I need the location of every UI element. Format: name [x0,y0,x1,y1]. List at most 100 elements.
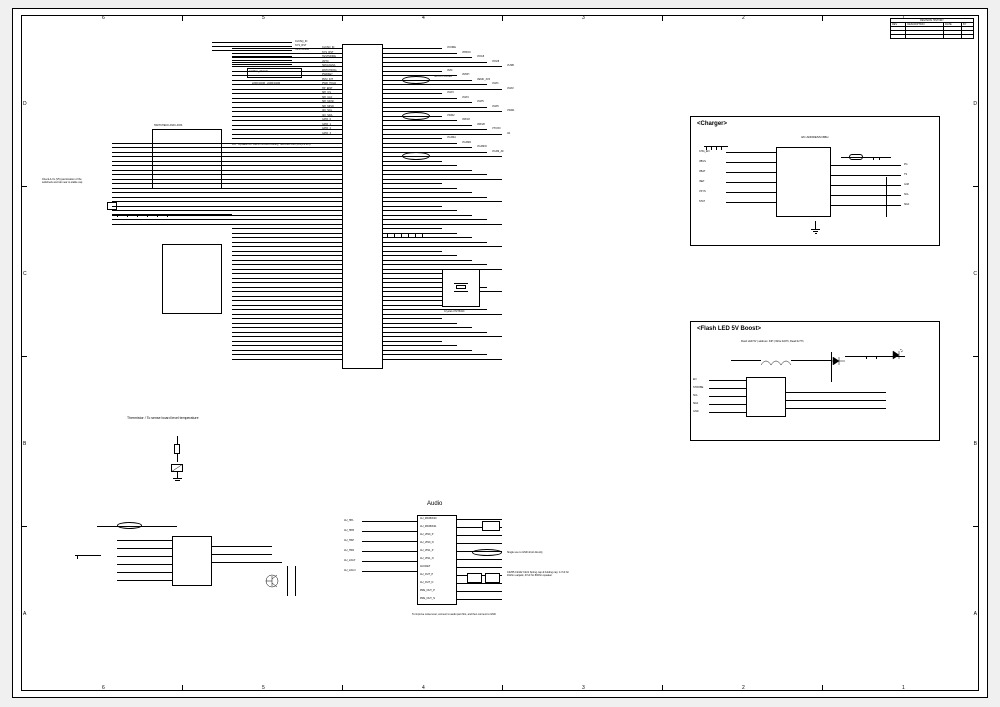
pin-label: HP_EINT [322,87,333,90]
net-label: VCAMD [462,141,471,144]
net-label: VGP5 [477,100,484,103]
audio-net: AU_MICBIAS0 [420,517,437,520]
pin-label: I2C_SDA [322,114,332,117]
charger-net: VSYS [699,190,706,193]
charger-i2c: I2C ADDRESS=6BH [801,135,828,139]
row-B-l: B [23,441,26,447]
audio-net: AU_VIN0_N [420,541,434,544]
net-label: VCAMIO [477,145,487,148]
pin-label: TESTMODE [322,55,336,58]
diode-icon [831,352,845,370]
net-label: VUSB [507,64,514,67]
net-label: VMC [447,69,453,72]
pin-label: GPIO_0 [322,118,331,121]
charger-net: ISET [699,180,705,183]
col-5-top: 5 [262,15,265,21]
net-label: VCAM_AF [492,150,504,153]
flash-net: STROBE [693,386,703,389]
filter-3 [402,152,430,160]
net-label: VGP1 [492,82,499,85]
charger-ic [776,147,831,217]
audio-net: AU_HSN [344,549,354,552]
flash-block: <Flash LED 5V Boost> Flash LED 5V | addr… [690,321,940,441]
net-label: VGP2 [507,87,514,90]
col-3-bot: 3 [582,685,585,691]
audio-net: AU_VIN1_P [420,549,433,552]
col-1-bot: 1 [902,685,905,691]
pin-label: PWRKEY [322,73,333,76]
audio-net: AU_HPL [344,519,354,522]
misc-ic [172,536,212,586]
flash-net: GND [693,410,699,413]
audio-net: AU_OUT_N [420,581,433,584]
charger-net: ILIM [904,183,909,186]
pin-label: GPIO_3 [322,132,331,135]
audio-net: AU_VIN0_P [420,533,433,536]
ic-switcheck-label: SWITCHECK AND LDOS [154,124,182,127]
flash-title: <Flash LED 5V Boost> [697,326,761,332]
net-label: VGP6 [492,105,499,108]
col-4-bot: 4 [422,685,425,691]
flash-sub: Flash LED 5V | address: 34H | Write:0x67… [741,340,804,343]
flash-net: SCL [693,394,698,397]
col-2-top: 2 [742,15,745,21]
pin-label: PMU_INT [322,78,333,81]
audio-block: Audio AU_HPLAU_HPRAU_HSPAU_HSNAU_LOLPAU_… [352,501,572,641]
charger-net: SCL [904,193,909,196]
net-label: VIO28 [492,60,499,63]
transistor-icon [262,571,282,596]
audio-note: To improve noise level, connect to audio… [412,613,532,616]
flash-net: EN [693,378,696,381]
pin-label: SPI_CLK [322,96,332,99]
row-A-l: A [23,611,26,617]
charger-net: VBAT [699,170,705,173]
pin-label: SPI_MISO [322,105,334,108]
audio-title: Audio [427,501,442,507]
crystal-icon [456,282,466,292]
net-label: VCAMA [447,136,456,139]
net-label: VGP3 [447,91,454,94]
pin-label: WATCHDOG [322,69,337,72]
charger-block: <Charger> I2C ADDRESS=6BH CHG_EN VBUS VBAT… [690,116,940,246]
net-label: VSIM2 [447,114,455,117]
charger-net: CHG_EN [699,150,709,153]
net-label: VA [507,132,510,135]
drawing-frame: 6 5 4 3 2 1 6 5 4 3 2 1 D C [21,15,979,691]
net-label: VIO18 [477,55,484,58]
net-label: VGP4 [462,96,469,99]
ic-mt6320 [342,44,382,369]
pin-label: SYS_RST [322,51,333,54]
net-label: VRF18 [462,118,470,121]
charger-net: STAT [699,200,705,203]
audio-net: AU_HPR [344,529,354,532]
net-label: VPROC [462,51,471,54]
pin-label: SRCLKENA [322,64,335,67]
row-D-r: D [973,101,977,107]
col-2-bot: 2 [742,685,745,691]
charger-net: SDA [904,203,909,206]
led-icon [891,348,903,366]
net-label: VRF28 [477,123,485,126]
audio-net: AU_LOLP [344,559,355,562]
ic-switcheck [152,129,222,189]
flash-net: SDA [693,402,698,405]
pmic-schematic: Check A-VL (V5) pad location of the swit… [82,34,502,374]
col-4-top: 4 [422,15,425,21]
pin-label: SPI_CS [322,91,331,94]
audio-net: AU_HSP [344,539,354,542]
row-A-r: A [974,611,977,617]
audio-single: Single use to GND short directly [507,551,547,554]
row-D-l: D [23,101,27,107]
title-block: REVISION HISTORY REV DESCRIPTION DATE BY [890,18,974,44]
ic-aux [162,244,222,314]
charger-title: <Charger> [697,121,727,127]
filter-2 [402,112,430,120]
col-6-bot: 6 [102,685,105,691]
charger-net: VBUS [699,160,706,163]
charger-net: PG [904,163,908,166]
col-3-top: 3 [582,15,585,21]
pin-label: SPI_MOSI [322,100,334,103]
pin-label: VRTC [322,60,329,63]
audio-net: AU_VIN1_N [420,557,434,560]
filter-1 [402,76,430,84]
